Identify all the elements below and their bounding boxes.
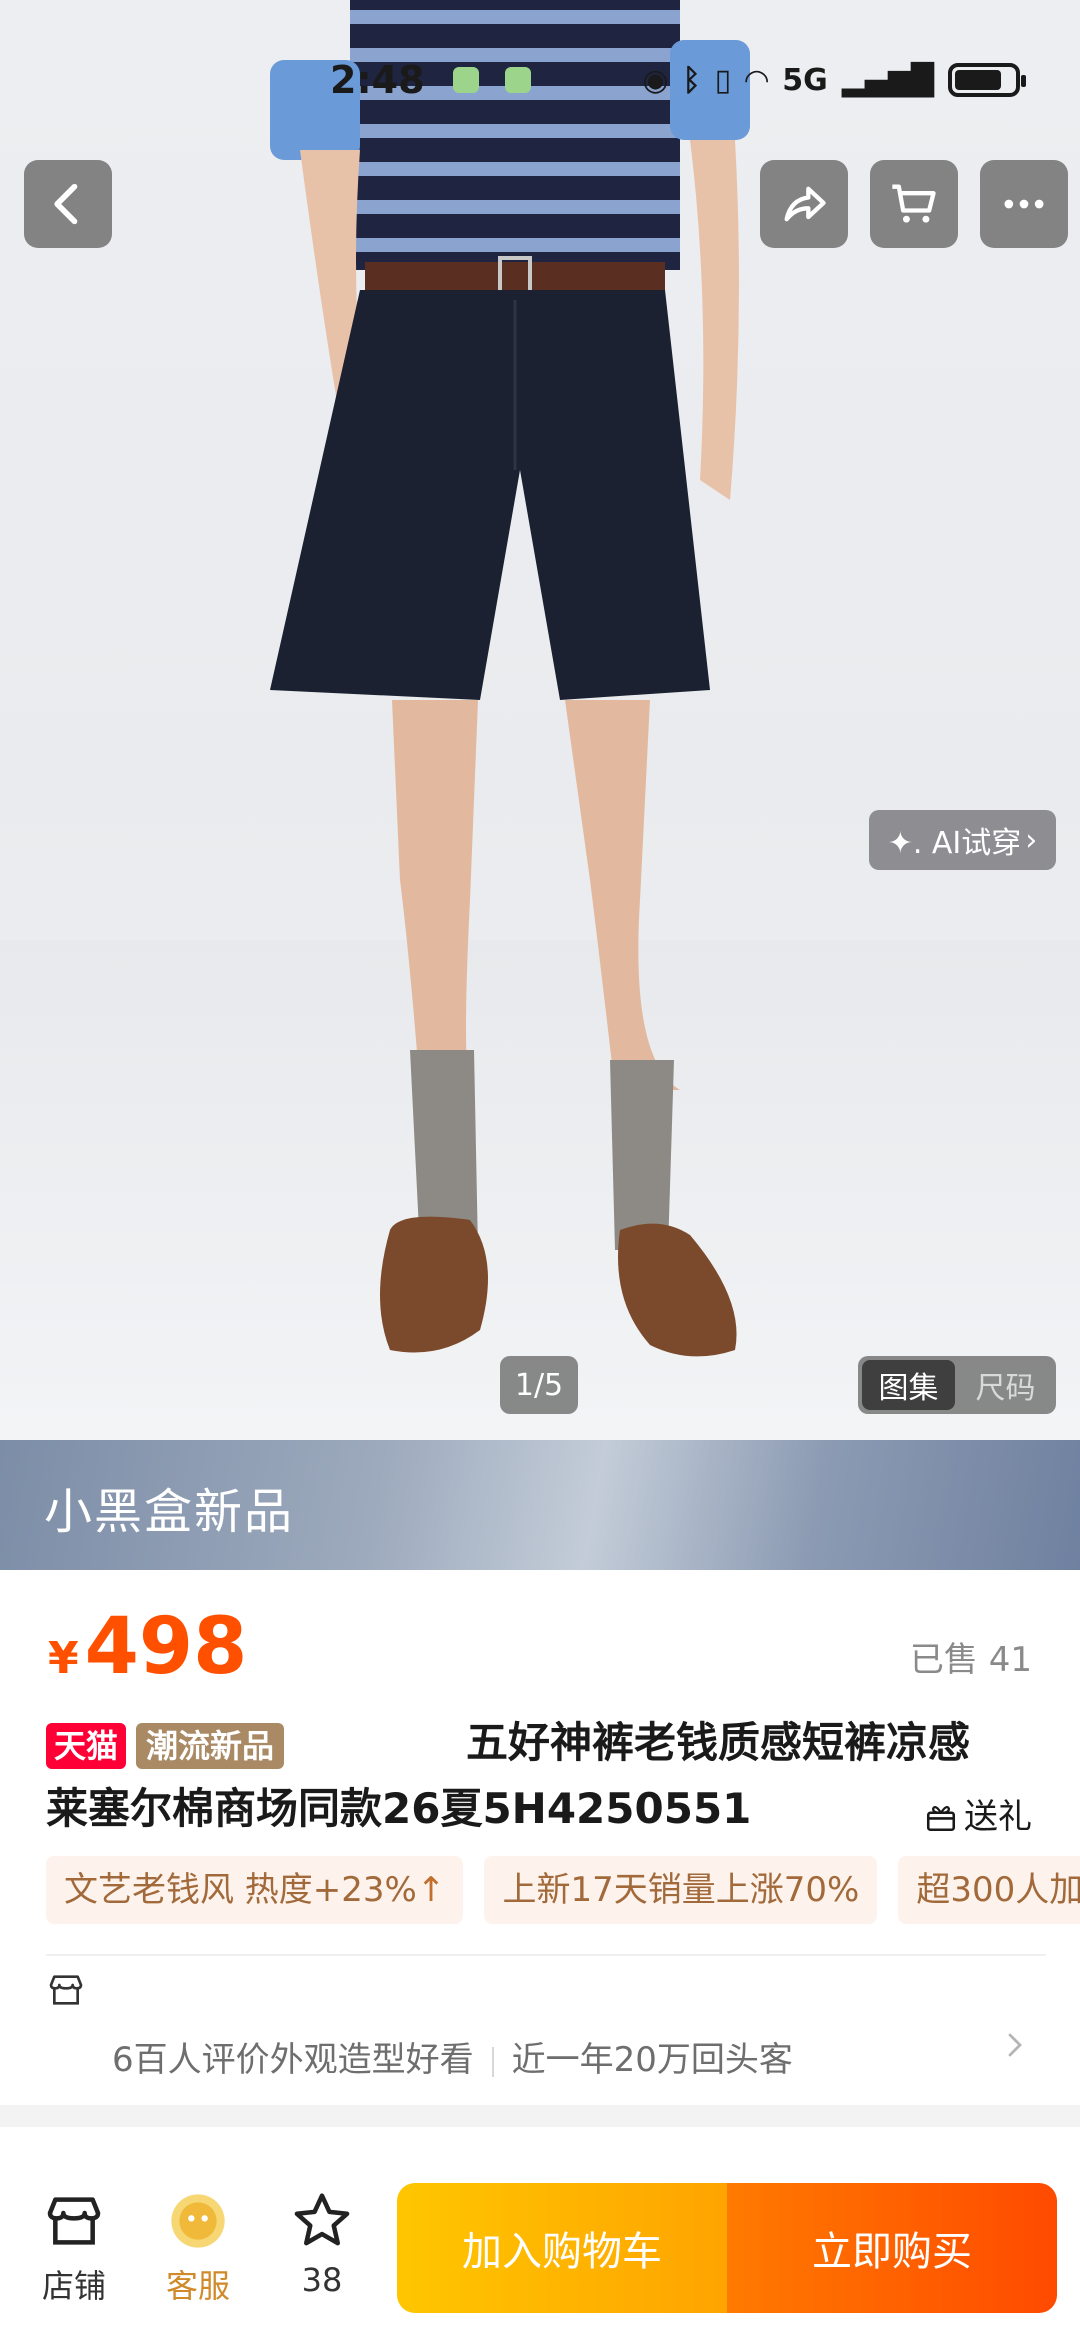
gift-label: 送礼 <box>964 1797 1032 1837</box>
product-title: 天猫 潮流新品 五好神裤老钱质感短裤凉感 莱塞尔棉商场同款26夏5H4250551… <box>46 1710 1046 1837</box>
cart-button[interactable] <box>870 160 958 248</box>
shop-label: 店铺 <box>41 2267 106 2305</box>
ai-try-on-label: ✦. AI试穿 <box>887 826 1022 861</box>
title-line-2: 莱塞尔棉商场同款26夏5H4250551 <box>46 1784 752 1833</box>
new-arrival-tag: 潮流新品 <box>136 1722 285 1769</box>
image-pager: 1/5 <box>500 1356 578 1414</box>
status-bar: 2:48 ◉ ᛒ ▯ ◠ 5G ▂▄▆█ <box>330 50 1026 110</box>
chip-buyers[interactable]: 超300人加 <box>898 1856 1080 1924</box>
service-label: 客服 <box>165 2267 230 2305</box>
purchase-buttons: 加入购物车 立即购买 <box>397 2183 1057 2313</box>
separator <box>491 2046 494 2077</box>
favorites-count: 38 <box>301 2261 343 2299</box>
chip-text: 上新17天销量上涨70% <box>502 1870 860 1910</box>
section-gap <box>0 2105 1080 2127</box>
share-button[interactable] <box>760 160 848 248</box>
product-info-panel: ¥ 498 已售 41 天猫 潮流新品 五好神裤老钱质感短裤凉感 莱塞尔棉商场同款… <box>0 1570 1080 2105</box>
status-time: 2:48 <box>330 58 425 102</box>
add-to-cart-button[interactable]: 加入购物车 <box>397 2183 727 2313</box>
banner-text: 小黑盒新品 <box>44 1484 295 1540</box>
cart-icon <box>892 184 936 223</box>
review-summary: 6百人评价外观造型好看 <box>112 2040 474 2080</box>
promo-banner[interactable]: 小黑盒新品 <box>0 1440 1080 1570</box>
customer-service-icon <box>171 2194 225 2248</box>
star-icon <box>294 2193 350 2246</box>
share-icon <box>784 186 826 222</box>
chip-sales[interactable]: 上新17天销量上涨70% <box>484 1856 878 1924</box>
chip-trend[interactable]: 文艺老钱风 热度+23%↑ <box>46 1856 464 1924</box>
store-icon <box>49 1975 83 2005</box>
chevron-right-icon: › <box>1025 822 1038 858</box>
sold-count: 已售 41 <box>909 1640 1032 1680</box>
title-line-1: 五好神裤老钱质感短裤凉感 <box>466 1718 971 1767</box>
signal-icon: ▂▄▆█ <box>841 62 934 98</box>
back-button[interactable] <box>24 160 112 248</box>
tab-gallery[interactable]: 图集 <box>862 1360 955 1410</box>
divider <box>46 1954 1046 1956</box>
more-button[interactable] <box>980 160 1068 248</box>
shop-nav-button[interactable]: 店铺 <box>24 2189 124 2307</box>
store-review-row[interactable]: 6百人评价外观造型好看 近一年20万回头客 <box>46 1970 1036 2080</box>
chip-text: 超300人加 <box>916 1870 1080 1910</box>
wifi-icon: ◠ <box>745 62 769 98</box>
price-value: 498 <box>84 1602 248 1692</box>
notification-icon <box>452 67 479 93</box>
bluetooth-icon: ᛒ <box>682 62 701 98</box>
tab-size[interactable]: 尺码 <box>959 1360 1052 1410</box>
ai-try-on-button[interactable]: ✦. AI试穿 › <box>869 810 1056 870</box>
gallery-size-switch[interactable]: 图集 尺码 <box>858 1356 1056 1414</box>
notification-icon <box>504 67 531 93</box>
eye-icon: ◉ <box>642 62 669 98</box>
product-detail-page: 2:48 ◉ ᛒ ▯ ◠ 5G ▂▄▆█ ✦. AI试穿 › 1/5 图集 尺码… <box>0 0 1080 2340</box>
network-label: 5G <box>782 62 828 98</box>
vibrate-icon: ▯ <box>714 62 732 98</box>
bottom-action-bar: 店铺 客服 38 加入购物车 立即购买 <box>0 2127 1080 2340</box>
product-image-gallery[interactable]: 2:48 ◉ ᛒ ▯ ◠ 5G ▂▄▆█ ✦. AI试穿 › 1/5 图集 尺码 <box>0 0 1080 1440</box>
customer-service-button[interactable]: 客服 <box>148 2189 248 2307</box>
tmall-tag: 天猫 <box>46 1722 127 1769</box>
more-icon <box>1004 199 1044 209</box>
currency-symbol: ¥ <box>48 1633 79 1684</box>
chevron-right-icon <box>1008 2033 1022 2057</box>
gift-icon <box>926 1805 956 1832</box>
store-icon <box>47 2197 101 2245</box>
arrow-up-icon: ↑ <box>416 1870 446 1910</box>
status-icons: ◉ ᛒ ▯ ◠ 5G ▂▄▆█ <box>642 62 1026 98</box>
gift-button[interactable]: 送礼 <box>924 1784 1032 1850</box>
battery-icon <box>948 63 1026 97</box>
buy-now-button[interactable]: 立即购买 <box>727 2183 1057 2313</box>
store-summary: 6百人评价外观造型好看 近一年20万回头客 <box>112 2032 793 2081</box>
chevron-left-icon <box>54 183 78 225</box>
favorite-button[interactable]: 38 <box>272 2189 372 2299</box>
chip-text: 文艺老钱风 热度+23% <box>64 1870 417 1910</box>
highlight-chips[interactable]: 文艺老钱风 热度+23%↑ 上新17天销量上涨70% 超300人加 <box>46 1856 1080 1926</box>
price: ¥ 498 <box>48 1602 247 1692</box>
repeat-customers: 近一年20万回头客 <box>511 2040 793 2080</box>
